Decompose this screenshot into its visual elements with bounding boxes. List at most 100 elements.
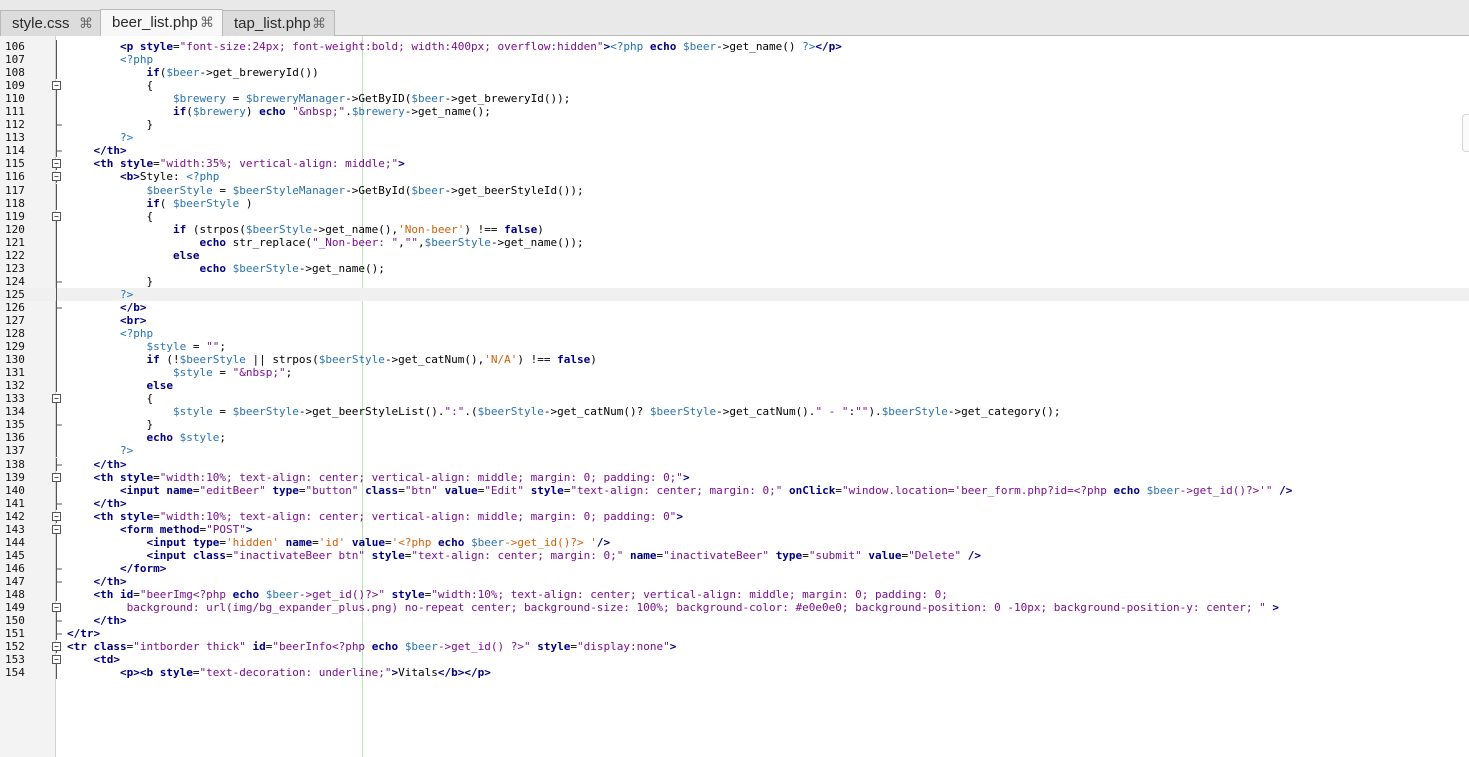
code-text[interactable]: $beerStyle = $beerStyleManager->GetById(…	[67, 184, 583, 197]
code-text[interactable]: <td>	[67, 653, 121, 666]
code-line[interactable]: 154 <p><b style="text-decoration: underl…	[0, 666, 1469, 680]
code-text[interactable]: echo str_replace("_Non-beer: ","",$beerS…	[67, 236, 583, 249]
code-line[interactable]: 143 <form method="POST">	[0, 523, 1469, 536]
code-text[interactable]: if (strpos($beerStyle->get_name(),'Non-b…	[67, 223, 544, 236]
code-line[interactable]: 116 <b>Style: <?php	[0, 170, 1469, 184]
code-text[interactable]: </th>	[67, 575, 127, 588]
code-line[interactable]: 115 <th style="width:35%; vertical-align…	[0, 157, 1469, 171]
code-line[interactable]: 142 <th style="width:10%; text-align: ce…	[0, 510, 1469, 523]
code-line[interactable]: 135 }	[0, 418, 1469, 432]
close-tab-icon[interactable]: ⌘	[79, 11, 93, 36]
code-text[interactable]: <th style="width:10%; text-align: center…	[67, 471, 690, 484]
code-line[interactable]: 127 <br>	[0, 313, 1469, 327]
scrollbar-handle[interactable]	[1462, 114, 1469, 152]
code-line[interactable]: 109 {	[0, 79, 1469, 93]
code-line[interactable]: 137 ?>	[0, 444, 1469, 458]
code-text[interactable]: <th id="beerImg<?php echo $beer->get_id(…	[67, 588, 948, 601]
code-line[interactable]: 119 {	[0, 210, 1469, 223]
code-line[interactable]: 141 </th>	[0, 496, 1469, 510]
code-line[interactable]: 121 echo str_replace("_Non-beer: ","",$b…	[0, 235, 1469, 249]
code-text[interactable]: ?>	[67, 131, 133, 144]
code-line[interactable]: 107 <?php	[0, 53, 1469, 67]
code-line[interactable]: 148 <th id="beerImg<?php echo $beer->get…	[0, 587, 1469, 601]
code-line[interactable]: 114 </th>	[0, 144, 1469, 158]
code-text[interactable]: <p style="font-size:24px; font-weight:bo…	[67, 40, 842, 53]
code-text[interactable]: $style = "";	[67, 340, 226, 353]
code-line[interactable]: 118 if( $beerStyle )	[0, 196, 1469, 210]
code-text[interactable]: }	[67, 418, 153, 431]
code-text[interactable]: background: url(img/bg_expander_plus.png…	[67, 601, 1279, 614]
code-line[interactable]: 129 $style = "";	[0, 340, 1469, 354]
close-tab-icon[interactable]: ⌘	[200, 10, 214, 35]
code-line[interactable]: 131 $style = "&nbsp;";	[0, 366, 1469, 380]
code-line[interactable]: 147 </th>	[0, 574, 1469, 588]
code-line[interactable]: 140 <input name = "editBeer" type = "button"…	[0, 483, 1469, 497]
code-text[interactable]: }	[67, 118, 153, 131]
fold-toggle-icon[interactable]	[50, 170, 64, 184]
code-text[interactable]: if (!$beerStyle || strpos($beerStyle->ge…	[67, 353, 596, 366]
code-text[interactable]: </b>	[67, 301, 147, 314]
code-text[interactable]: <b>Style: <?php	[67, 170, 219, 183]
code-editor[interactable]: 106 <p style="font-size:24px; font-weigh…	[0, 36, 1469, 757]
code-line[interactable]: 113 ?>	[0, 131, 1469, 145]
code-text[interactable]: {	[67, 392, 153, 405]
code-text[interactable]: <input class="inactivateBeer btn" style=…	[67, 549, 981, 562]
code-text[interactable]: </tr>	[67, 627, 100, 640]
code-line[interactable]: 150 </th>	[0, 614, 1469, 628]
code-text[interactable]: <form method="POST">	[67, 523, 253, 536]
code-line[interactable]: 153 <td>	[0, 653, 1469, 667]
code-text[interactable]: else	[67, 379, 173, 392]
code-line[interactable]: 120 if (strpos($beerStyle->get_name(),'N…	[0, 222, 1469, 236]
code-line[interactable]: 108 if($beer->get_breweryId())	[0, 66, 1469, 80]
code-line[interactable]: 132 else	[0, 379, 1469, 393]
fold-toggle-icon[interactable]	[50, 510, 64, 523]
code-line[interactable]: 136 echo $style;	[0, 431, 1469, 445]
code-text[interactable]: <p><b style="text-decoration: underline;…	[67, 666, 491, 679]
code-text[interactable]: </th>	[67, 614, 127, 627]
code-line[interactable]: 106 <p style="font-size:24px; font-weigh…	[0, 40, 1469, 53]
code-text[interactable]: </form>	[67, 562, 166, 575]
code-text[interactable]: <input type='hidden' name='id' value='<?…	[67, 536, 610, 549]
code-text[interactable]: if($beer->get_breweryId())	[67, 66, 318, 79]
code-text[interactable]: {	[67, 210, 153, 223]
code-text[interactable]: {	[67, 79, 153, 92]
code-text[interactable]: <?php	[67, 327, 153, 340]
code-line[interactable]: 146 </form>	[0, 561, 1469, 575]
fold-toggle-icon[interactable]	[50, 601, 64, 615]
code-line[interactable]: 152 <tr class="intborder thick" id="beerI…	[0, 640, 1469, 654]
code-line[interactable]: 110 $brewery = $breweryManager->GetByID(…	[0, 92, 1469, 106]
code-line[interactable]: 112 }	[0, 118, 1469, 132]
code-line[interactable]: 126 </b>	[0, 300, 1469, 314]
fold-toggle-icon[interactable]	[50, 79, 64, 93]
code-line[interactable]: 122 else	[0, 248, 1469, 262]
fold-toggle-icon[interactable]	[50, 640, 64, 654]
close-tab-icon[interactable]: ⌘	[312, 11, 326, 36]
code-text[interactable]: <?php	[67, 53, 153, 66]
code-line[interactable]: 130 if (!$beerStyle || strpos($beerStyle…	[0, 353, 1469, 367]
fold-toggle-icon[interactable]	[50, 210, 64, 223]
tab-style-css[interactable]: style.css ⌘	[0, 10, 101, 36]
code-text[interactable]: $brewery = $breweryManager->GetByID($bee…	[67, 92, 570, 105]
code-line[interactable]: 145 <input class="inactivateBeer btn" st…	[0, 548, 1469, 562]
tab-beer-list-php[interactable]: beer_list.php ⌘	[100, 9, 223, 36]
code-text[interactable]: <br>	[67, 314, 147, 327]
code-text[interactable]: if( $beerStyle )	[67, 197, 252, 210]
code-text[interactable]: if($brewery) echo "&nbsp;".$brewery->get…	[67, 105, 491, 118]
code-line[interactable]: 125 ?>	[0, 287, 1469, 301]
code-lines[interactable]: 106 <p style="font-size:24px; font-weigh…	[0, 40, 1469, 680]
code-text[interactable]: else	[67, 249, 200, 262]
fold-toggle-icon[interactable]	[50, 392, 64, 406]
code-line[interactable]: 117 $beerStyle = $beerStyleManager->GetB…	[0, 183, 1469, 197]
fold-toggle-icon[interactable]	[50, 157, 64, 171]
code-line[interactable]: 111 if($brewery) echo "&nbsp;".$brewery-…	[0, 105, 1469, 119]
code-text[interactable]: </th>	[67, 458, 127, 471]
code-text[interactable]: <th style="width:10%; text-align: center…	[67, 510, 683, 523]
fold-toggle-icon[interactable]	[50, 653, 64, 667]
code-text[interactable]: </th>	[67, 144, 127, 157]
code-line[interactable]: 123 echo $beerStyle->get_name();	[0, 261, 1469, 275]
code-line[interactable]: 144 <input type='hidden' name='id' value…	[0, 535, 1469, 549]
code-line[interactable]: 124 }	[0, 274, 1469, 288]
code-text[interactable]: <tr class="intborder thick" id="beerInfo…	[67, 640, 676, 653]
code-line[interactable]: 134 $style = $beerStyle->get_beerStyleLi…	[0, 405, 1469, 419]
code-line[interactable]: 149 background: url(img/bg_expander_plus…	[0, 601, 1469, 615]
